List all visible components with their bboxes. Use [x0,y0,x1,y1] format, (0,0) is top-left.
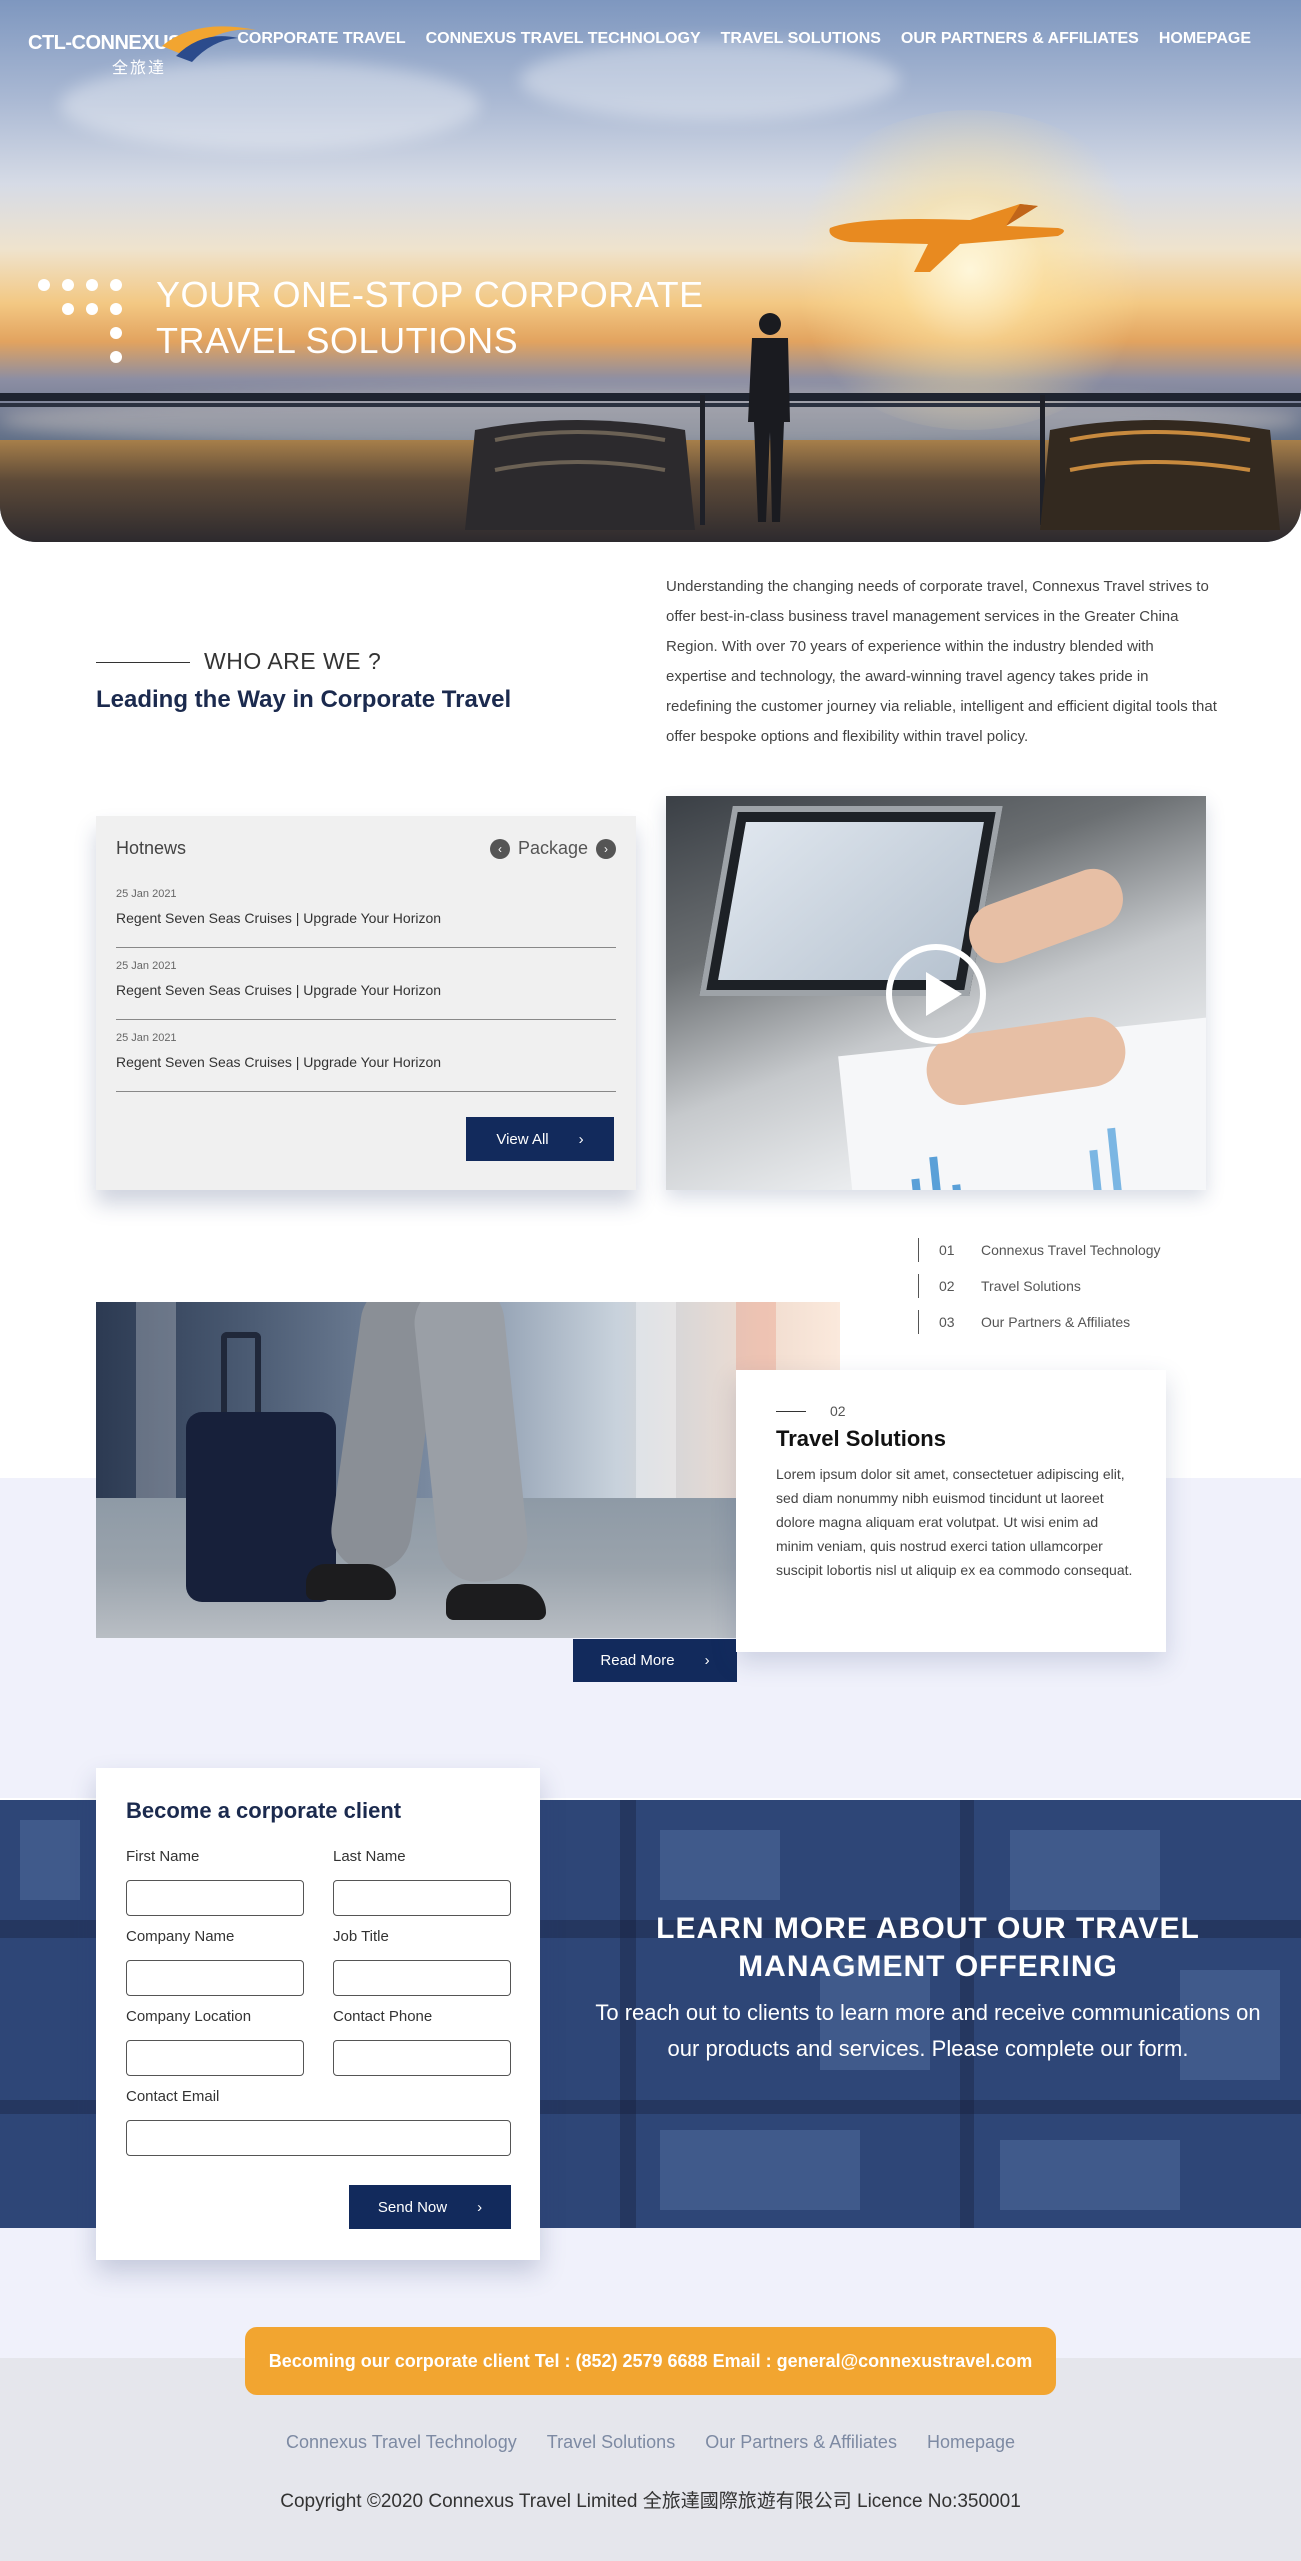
footer-links: Connexus Travel Technology Travel Soluti… [0,2432,1301,2453]
first-name-input[interactable] [126,1880,304,1916]
step-label[interactable]: Our Partners & Affiliates [981,1314,1130,1330]
chevron-right-icon: › [477,2198,483,2216]
solution-number: 02 [830,1403,846,1419]
hero-title-line2: TRAVEL SOLUTIONS [156,320,519,361]
step-label[interactable]: Travel Solutions [981,1278,1081,1294]
job-title-label: Job Title [333,1928,389,1945]
airplane-icon [829,204,1064,272]
hero-title-line1: YOUR ONE-STOP CORPORATE [156,274,704,315]
step-item[interactable]: 02 Travel Solutions [918,1268,1161,1304]
corporate-client-form: Become a corporate client First Name Las… [96,1768,540,2260]
news-headline[interactable]: Regent Seven Seas Cruises | Upgrade Your… [116,910,441,926]
hotnews-title: Hotnews [116,838,187,858]
news-date: 25 Jan 2021 [116,888,177,900]
company-location-label: Company Location [126,2008,252,2025]
news-date: 25 Jan 2021 [116,1032,177,1044]
copyright-text: Copyright ©2020 Connexus Travel Limited … [280,2491,1021,2512]
contact-email-label: Contact Email [126,2088,220,2105]
read-more-label: Read More [600,1652,675,1669]
contact-bar[interactable]: Becoming our corporate client Tel : (852… [245,2327,1056,2395]
solution-title: Travel Solutions [776,1426,946,1451]
last-name-input[interactable] [333,1880,511,1916]
traveler-luggage-image [96,1302,840,1638]
card-divider [776,1411,806,1412]
top-nav: CTL-CONNEXUS 全旅達 CORPORATE TRAVEL CONNEX… [0,0,1301,84]
last-name-label: Last Name [333,1848,406,1865]
railing [0,403,1301,407]
footer-link-partners-affiliates[interactable]: Our Partners & Affiliates [705,2432,897,2453]
bench-left [465,420,695,530]
decorative-dots-icon [38,277,134,367]
form-title: Become a corporate client [126,1798,402,1823]
first-name-label: First Name [126,1848,200,1865]
bench-right [1040,420,1280,530]
send-now-label: Send Now [377,2198,448,2216]
solutions-steps: 01 Connexus Travel Technology 02 Travel … [918,1232,1161,1340]
footer-link-travel-solutions[interactable]: Travel Solutions [547,2432,675,2453]
section-divider [96,662,190,663]
package-label: Package [517,838,588,858]
businessman-silhouette [748,313,790,522]
package-switcher: ‹ Package › [489,838,616,859]
solution-body: Lorem ipsum dolor sit amet, consectetuer… [776,1466,1133,1578]
step-number: 01 [939,1242,955,1258]
step-label[interactable]: Connexus Travel Technology [981,1242,1161,1258]
step-number: 02 [939,1278,955,1294]
cta-text: To reach out to clients to learn more an… [595,2000,1261,2061]
footer-link-homepage[interactable]: Homepage [927,2432,1015,2453]
nav-partners-affiliates[interactable]: OUR PARTNERS & AFFILIATES [901,30,1139,48]
solution-card: 02 Travel Solutions Lorem ipsum dolor si… [736,1370,1166,1652]
about-label: WHO ARE WE ? [204,648,382,674]
send-now-button[interactable]: Send Now › [349,2185,511,2229]
news-headline[interactable]: Regent Seven Seas Cruises | Upgrade Your… [116,982,441,998]
site-logo[interactable]: CTL-CONNEXUS 全旅達 [28,16,256,77]
hero-title: YOUR ONE-STOP CORPORATE TRAVEL SOLUTIONS [156,272,704,364]
cta-title: LEARN MORE ABOUT OUR TRAVEL MANAGMENT OF… [656,1912,1200,1983]
view-all-label: View All [496,1130,549,1148]
intro-video[interactable] [666,796,1206,1190]
about-heading: Leading the Way in Corporate Travel [96,686,512,713]
nav-travel-solutions[interactable]: TRAVEL SOLUTIONS [721,30,881,48]
chevron-right-icon[interactable]: › [596,838,616,859]
read-more-button[interactable]: Read More › [573,1639,737,1682]
railing [0,393,1301,401]
view-all-button[interactable]: View All › [466,1117,614,1161]
nav-corporate-travel[interactable]: CORPORATE TRAVEL [237,30,405,48]
step-item[interactable]: 03 Our Partners & Affiliates [918,1304,1161,1340]
play-icon[interactable] [886,944,986,1044]
chevron-left-icon[interactable]: ‹ [489,838,510,859]
news-item[interactable]: 25 Jan 2021 Regent Seven Seas Cruises | … [116,1032,616,1092]
footer-link-connexus-travel-technology[interactable]: Connexus Travel Technology [286,2432,517,2453]
contact-phone-input[interactable] [333,2040,511,2076]
chevron-right-icon: › [704,1652,710,1669]
company-location-input[interactable] [126,2040,304,2076]
company-name-input[interactable] [126,1960,304,1996]
contact-phone-label: Contact Phone [333,2008,433,2025]
nav-homepage[interactable]: HOMEPAGE [1159,30,1251,48]
contact-email-input[interactable] [126,2120,511,2156]
hotnews-panel: Hotnews ‹ Package › 25 Jan 2021 Regent S… [96,816,636,1190]
about-text: Understanding the changing needs of corp… [666,578,1217,745]
chevron-right-icon: › [578,1130,584,1148]
company-name-label: Company Name [126,1928,235,1945]
hotnews-header: Hotnews ‹ Package › [116,838,616,862]
news-headline[interactable]: Regent Seven Seas Cruises | Upgrade Your… [116,1054,441,1070]
main-menu: CORPORATE TRAVEL CONNEXUS TRAVEL TECHNOL… [237,30,1251,48]
step-number: 03 [939,1314,955,1330]
news-item[interactable]: 25 Jan 2021 Regent Seven Seas Cruises | … [116,888,616,948]
job-title-input[interactable] [333,1960,511,1996]
step-item[interactable]: 01 Connexus Travel Technology [918,1232,1161,1268]
nav-connexus-travel-technology[interactable]: CONNEXUS TRAVEL TECHNOLOGY [426,30,701,48]
news-item[interactable]: 25 Jan 2021 Regent Seven Seas Cruises | … [116,960,616,1020]
news-date: 25 Jan 2021 [116,960,177,972]
